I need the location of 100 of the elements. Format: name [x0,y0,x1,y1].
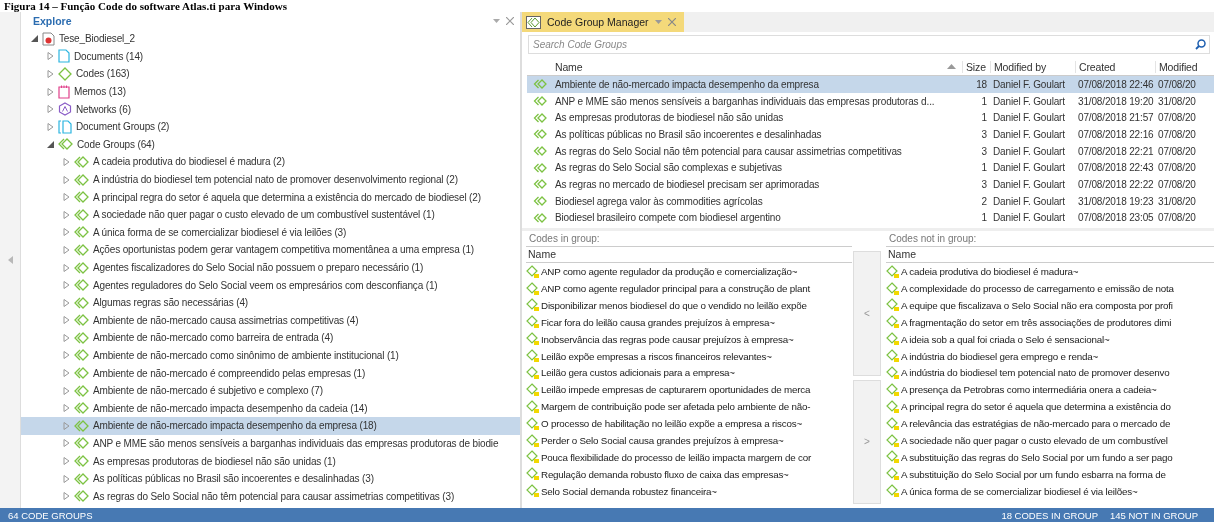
collapsed-arrow-icon[interactable] [47,52,54,61]
list-item[interactable]: A ideia sob a qual foi criada o Selo é sensacional~ [886,330,1214,348]
table-row[interactable]: As regras do Selo Social são complexas e subjetivas 1 Daniel F. Goulart 07/08/2018 22:43 07/08/20 [527,159,1214,177]
list-item[interactable]: O processo de habilitação no leilão expõe a empresa a riscos~ [526,415,852,433]
list-item[interactable]: Inobservância das regras pode causar prejuízos à empresa~ [526,330,852,348]
collapsed-arrow-icon[interactable] [47,122,54,131]
tree-item[interactable]: Ambiente de não-mercado impacta desempenho da empresa (18) [21,417,520,435]
list-item[interactable]: Pouca flexibilidade do processo de leilão impacta margem de cor [526,449,852,466]
tree-item[interactable]: Documents (14) [21,47,520,66]
table-row[interactable]: Ambiente de não-mercado impacta desempenho da empresa 18 Daniel F. Goulart 07/08/2018 22:46 07/08/20 [527,76,1214,93]
search-field[interactable]: Search Code Groups [528,35,1210,54]
expanded-arrow-icon[interactable] [31,35,38,43]
collapsed-arrow-icon[interactable] [63,298,70,307]
column-header[interactable]: Name [526,246,852,264]
list-item[interactable]: A substituição das regras do Selo Social por um fundo a ser pago [886,449,1214,466]
list-item[interactable]: A indústria do biodiesel tem potencial nato de promover desenvo [886,364,1214,382]
list-item[interactable]: Ficar fora do leilão causa grandes prejuízos à empresa~ [526,313,852,331]
tree-item[interactable]: A única forma de se comercializar biodiesel é via leilões (3) [21,223,520,242]
collapsed-arrow-icon[interactable] [63,351,70,360]
collapsed-arrow-icon[interactable] [63,157,70,166]
collapsed-arrow-icon[interactable] [63,333,70,342]
collapsed-arrow-icon[interactable] [63,421,70,430]
column-header[interactable]: Name [552,60,962,73]
list-item[interactable]: A indústria do biodiesel gera emprego e renda~ [886,347,1214,365]
list-item[interactable]: Disponibilizar menos biodiesel do que o vendido no leilão expõe [526,296,852,314]
collapsed-arrow-icon[interactable] [63,263,70,272]
collapsed-arrow-icon[interactable] [47,87,54,96]
list-item[interactable]: A substituição do Selo Social por um fundo esbarra na forma de [886,465,1214,483]
column-header[interactable]: Name [886,246,1214,264]
collapsed-arrow-icon[interactable] [63,193,70,202]
tree-item[interactable]: Ambiente de não-mercado causa assimetrias competitivas (4) [21,311,520,330]
list-item[interactable]: A equipe que fiscalizava o Selo Social não era composta por profi [886,296,1214,314]
collapsed-arrow-icon[interactable] [47,105,54,114]
collapsed-arrow-icon[interactable] [63,439,70,448]
table-row[interactable]: As regras no mercado de biodiesel precisam ser aprimoradas 3 Daniel F. Goulart 07/08/2018 22:22 07/08/20 [527,176,1214,193]
list-item[interactable]: A presença da Petrobras como intermediária onera a cadeia~ [886,381,1214,399]
tree-item[interactable]: Ambiente de não-mercado é subjetivo e complexo (7) [21,381,520,400]
collapsed-arrow-icon[interactable] [63,404,70,413]
table-row[interactable]: As políticas públicas no Brasil são incoerentes e desalinhadas 3 Daniel F. Goulart 07/08/2018 22:16 07/08/20 [527,126,1214,143]
tree-item[interactable]: A cadeia produtiva do biodiesel é madura (2) [21,153,520,171]
collapsed-arrow-icon[interactable] [63,228,70,237]
collapsed-arrow-icon[interactable] [63,316,70,325]
tree-item[interactable]: As políticas públicas no Brasil são incoerentes e desalinhadas (3) [21,469,520,488]
column-header[interactable]: Modified [1155,60,1214,73]
search-icon[interactable] [1195,39,1206,50]
tree-item[interactable]: Agentes fiscalizadores do Selo Social não possuem o preparo necessário (1) [21,258,520,277]
list-item[interactable]: Perder o Selo Social causa grandes prejuízos à empresa~ [526,432,852,449]
tree-item[interactable]: As empresas produtoras de biodiesel não são unidas (1) [21,452,520,470]
tree-item[interactable]: Ambiente de não-mercado é compreendido pelas empresas (1) [21,364,520,382]
list-item[interactable]: A complexidade do processo de carregamento e emissão de nota [886,280,1214,297]
tree-item[interactable]: ANP e MME são menos sensíveis a barganhas individuais das empresas produtoras de biodie [21,434,520,453]
tree-item[interactable]: Networks (6) [21,100,520,118]
tree-item[interactable]: Codes (163) [21,65,520,83]
list-item[interactable]: Leilão impede empresas de capturarem oportunidades de merca [526,381,852,399]
tree-item[interactable]: As regras do Selo Social não têm potencial para causar assimetrias competitivas (3) [21,487,520,506]
table-row[interactable]: ANP e MME são menos sensíveis a barganhas individuais das empresas produtoras d... 1 Daniel F. Goulart 31/08/2018 19:20 31/08/20 [527,92,1214,110]
close-icon[interactable] [667,18,676,26]
collapsed-arrow-icon[interactable] [63,457,70,466]
list-item[interactable]: A cadeia produtiva do biodiesel é madura~ [886,263,1214,281]
table-row[interactable]: As regras do Selo Social não têm potencial para causar assimetrias competitivas 3 Daniel F. Goulart 07/08/2018 22:21 07/08/20 [527,142,1214,160]
tree-item[interactable]: A indústria do biodiesel tem potencial nato de promover desenvolvimento regional (2) [21,170,520,189]
tree-item[interactable]: Algumas regras são necessárias (4) [21,293,520,312]
collapsed-arrow-icon[interactable] [63,281,70,290]
list-item[interactable]: Leilão expõe empresas a riscos financeiros relevantes~ [526,347,852,365]
list-item[interactable]: A fragmentação do setor em três associações de produtores dimi [886,313,1214,331]
column-header[interactable]: Size [962,60,990,73]
list-item[interactable]: Margem de contribuição pode ser afetada pelo ambiente de não- [526,398,852,416]
list-item[interactable]: A relevância das estratégias de não-mercado para o mercado de [886,415,1214,433]
tree-item[interactable]: A principal regra do setor é aquela que determina a existência do mercado de biodiesel (2) [21,188,520,206]
tree-item[interactable]: Tese_Biodiesel_2 [21,30,520,48]
collapsed-arrow-icon[interactable] [63,474,70,483]
manager-tab[interactable]: Code Group Manager [522,12,684,32]
list-item[interactable]: Regulação demanda robusto fluxo de caixa das empresas~ [526,465,852,483]
tree-item[interactable]: Ambiente de não-mercado como barreira de entrada (4) [21,329,520,347]
list-item[interactable]: A principal regra do setor é aquela que determina a existência do [886,398,1214,416]
tree-item[interactable]: A sociedade não quer pagar o custo elevado de um combustível sustentável (1) [21,205,520,224]
collapsed-arrow-icon[interactable] [63,210,70,219]
collapsed-arrow-icon[interactable] [63,386,70,395]
expanded-arrow-icon[interactable] [47,140,54,148]
table-row[interactable]: Biodiesel agrega valor às commodities agrícolas 2 Daniel F. Goulart 31/08/2018 19:23 31/08/20 [527,192,1214,210]
close-icon[interactable] [506,17,514,25]
tree-item[interactable]: Agentes reguladores do Selo Social veem os empresários com desconfiança (1) [21,276,520,294]
column-header[interactable]: Modified by [990,60,1075,73]
column-header[interactable]: Created [1075,60,1155,73]
tree-item[interactable]: Ambiente de não-mercado como sinônimo de ambiente institucional (1) [21,346,520,365]
dropdown-icon[interactable] [654,20,662,24]
collapsed-arrow-icon[interactable] [63,175,70,184]
table-row[interactable]: Biodiesel brasileiro compete com biodiesel argentino 1 Daniel F. Goulart 07/08/2018 23:05 07/08/20 [527,209,1214,227]
list-item[interactable]: A sociedade não quer pagar o custo elevado de um combustível [886,432,1214,449]
tree-item[interactable]: Ações oportunistas podem gerar vantagem competitiva momentânea a uma empresa (1) [21,241,520,259]
collapsed-arrow-icon[interactable] [47,70,54,78]
collapsed-arrow-icon[interactable] [63,492,70,501]
list-item[interactable]: ANP como agente regulador principal para a construção de plant [526,280,852,297]
collapsed-arrow-icon[interactable] [63,369,70,378]
tree-item[interactable]: Code Groups (64) [21,135,520,154]
sort-arrow-icon[interactable] [947,64,956,69]
tree-item[interactable]: Document Groups (2) [21,117,520,136]
collapsed-arrow-icon[interactable] [63,245,70,254]
tree-item[interactable]: Ambiente de não-mercado impacta desempenho da cadeia (14) [21,399,520,418]
list-item[interactable]: ANP como agente regulador da produção e comercialização~ [526,263,852,281]
